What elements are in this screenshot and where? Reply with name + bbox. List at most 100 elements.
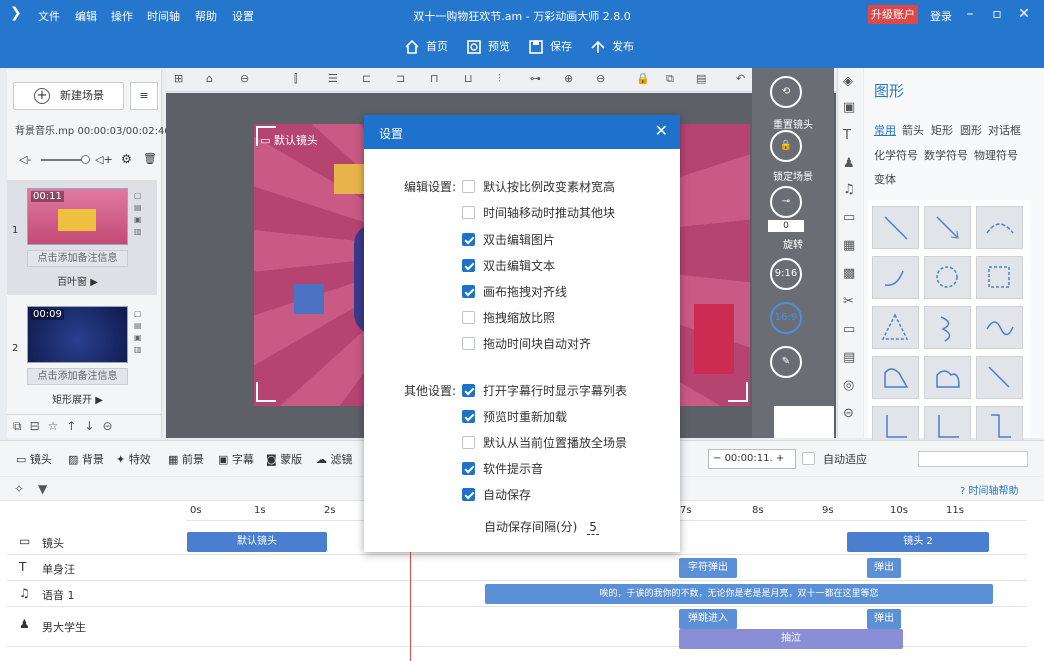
checkbox[interactable] xyxy=(462,285,475,298)
shape-triangle[interactable] xyxy=(872,306,919,349)
zoom-out-icon[interactable]: ⊖ xyxy=(596,72,605,85)
scene-item-1[interactable]: 1 00:11 点击添加备注信息 百叶窗 ▶ ▢ ▤ ▣ ▥ xyxy=(7,180,157,295)
track-single-dog[interactable]: T 单身汪 字符弹出 弹出 xyxy=(7,555,1027,581)
space-icon[interactable]: ⊶ xyxy=(530,72,541,85)
checkbox[interactable] xyxy=(462,436,475,449)
scene-note[interactable]: 点击添加备注信息 xyxy=(27,368,128,385)
add-mask-button[interactable]: ◙ 蒙版 xyxy=(266,451,302,467)
volume-slider[interactable] xyxy=(41,159,85,161)
scene-side-buttons[interactable]: ▢ ▤ ▣ ▥ xyxy=(134,308,144,356)
checkbox[interactable] xyxy=(462,410,475,423)
category-common[interactable]: 常用 xyxy=(874,122,896,138)
close-icon[interactable]: ✕ xyxy=(655,121,668,140)
add-filter-button[interactable]: ☁ 滤镜 xyxy=(316,451,353,467)
shape-curve[interactable] xyxy=(872,256,919,299)
align-center-icon[interactable]: ☰ xyxy=(328,72,338,85)
lock-icon[interactable]: 🔒 xyxy=(636,72,650,85)
checkbox[interactable] xyxy=(462,259,475,272)
align-right-icon[interactable]: ⊏ xyxy=(362,72,371,85)
option-scale-ratio[interactable]: 默认按比例改变素材宽高 xyxy=(462,178,615,196)
video-icon[interactable]: ▩ xyxy=(843,266,855,281)
category-chem[interactable]: 化学符号 xyxy=(874,147,918,163)
scene-side-buttons[interactable]: ▢ ▤ ▣ ▥ xyxy=(134,190,144,238)
folder-icon[interactable]: ▭ xyxy=(843,322,855,337)
add-effect-button[interactable]: ✦ 特效 xyxy=(116,451,151,467)
upgrade-account-button[interactable]: 升级账户 xyxy=(868,5,918,24)
filter-funnel-icon[interactable]: ▼ xyxy=(38,482,47,496)
shape-circle[interactable] xyxy=(924,256,971,299)
add-subtitle-button[interactable]: ▣ 字幕 xyxy=(218,451,254,467)
preview-button[interactable]: 预览 xyxy=(466,36,510,58)
text-icon[interactable]: T xyxy=(843,128,851,143)
dialog-icon[interactable]: ▭ xyxy=(843,210,855,225)
option-subtitle-list[interactable]: 打开字幕行时显示字幕列表 xyxy=(462,382,627,400)
clip-voice-audio[interactable]: 唉的，于诶的我你的不数，无论你是老是是月亮，双十一都在这里等您 xyxy=(485,584,993,604)
option-align-lines[interactable]: 画布拖拽对齐线 xyxy=(462,283,567,301)
scene-note[interactable]: 点击添加备注信息 xyxy=(27,250,128,267)
compass-icon[interactable]: ◎ xyxy=(843,378,854,393)
option-dblclick-text[interactable]: 双击编辑文本 xyxy=(462,257,555,275)
checkbox[interactable] xyxy=(462,311,475,324)
shape-arrow[interactable] xyxy=(924,206,971,249)
category-math[interactable]: 数学符号 xyxy=(924,147,968,163)
scene-thumbnail[interactable]: 00:11 xyxy=(27,188,128,245)
category-dialog[interactable]: 对话框 xyxy=(988,122,1021,138)
film-icon[interactable]: ▤ xyxy=(843,350,855,365)
category-arrow[interactable]: 箭头 xyxy=(902,122,924,138)
track-voice-1[interactable]: ♫ 语音 1 唉的，于诶的我你的不数，无论你是老是是月亮，双十一都在这里等您 xyxy=(7,581,1027,607)
clip-camera-2[interactable]: 镜头 2 xyxy=(847,532,989,552)
rotate-value[interactable]: 0 xyxy=(768,220,804,232)
paste-icon[interactable]: ▤ xyxy=(696,72,706,85)
publish-button[interactable]: 发布 xyxy=(590,36,634,58)
option-play-from-current[interactable]: 默认从当前位置播放全场景 xyxy=(462,434,627,452)
align-left-icon[interactable]: ⫿ xyxy=(294,72,298,86)
distribute-v-icon[interactable]: ⫶ xyxy=(498,72,501,86)
category-variant[interactable]: 变体 xyxy=(874,171,896,187)
option-autosave[interactable]: 自动保存 xyxy=(462,486,531,504)
trash-icon[interactable]: 🗑 xyxy=(143,152,157,165)
align-top-icon[interactable]: ⊐ xyxy=(396,72,405,85)
volume-up-icon[interactable]: ◁+ xyxy=(95,153,113,166)
align-middle-icon[interactable]: ⊓ xyxy=(430,72,439,85)
scene-thumbnail[interactable]: 00:09 xyxy=(27,306,128,363)
add-foreground-button[interactable]: ▦ 前景 xyxy=(168,451,204,467)
checkbox[interactable] xyxy=(462,384,475,397)
checkbox[interactable] xyxy=(462,180,475,193)
login-link[interactable]: 登录 xyxy=(930,8,952,24)
minimize-icon[interactable]: – xyxy=(960,4,980,24)
edit-pen-icon[interactable]: ✎ xyxy=(770,346,802,378)
category-physics[interactable]: 物理符号 xyxy=(974,147,1018,163)
shape-icon[interactable]: ◈ xyxy=(843,74,853,89)
checkbox[interactable] xyxy=(462,462,475,475)
scene-toolbar[interactable]: ⧉⊟☆↑↓⊝ xyxy=(7,414,162,438)
scene-item-2[interactable]: 2 00:09 点击添加备注信息 矩形展开 ▶ ▢ ▤ ▣ ▥ xyxy=(7,298,157,413)
ratio-9-16-button[interactable]: 9:16 xyxy=(770,258,802,290)
auto-fit-toggle[interactable]: 自动适应 xyxy=(802,451,867,467)
distribute-h-icon[interactable]: ⊔ xyxy=(464,72,473,85)
shape-square[interactable] xyxy=(976,256,1023,299)
shape-arc[interactable] xyxy=(976,206,1023,249)
clip-default-camera[interactable]: 默认镜头 xyxy=(187,532,327,552)
media-icon[interactable]: ▦ xyxy=(843,238,855,253)
shape-cloud[interactable] xyxy=(924,356,971,399)
add-background-button[interactable]: ▨ 背景 xyxy=(68,451,104,467)
clip-pop-out[interactable]: 弹出 xyxy=(867,558,901,578)
close-window-icon[interactable]: ✕ xyxy=(1014,4,1034,24)
category-circle[interactable]: 圆形 xyxy=(960,122,982,138)
checkbox[interactable] xyxy=(462,337,475,350)
undo-icon[interactable]: ↶ xyxy=(736,72,745,85)
autosave-interval-input[interactable]: 5 xyxy=(587,520,599,535)
maximize-icon[interactable]: ▫ xyxy=(987,4,1007,24)
option-auto-align[interactable]: 拖动时间块自动对齐 xyxy=(462,335,591,353)
timeline-help-link[interactable]: ? 时间轴帮助 xyxy=(960,482,1019,497)
select-icon[interactable]: ⊞ xyxy=(174,72,183,85)
more-elements-icon[interactable]: ⊝ xyxy=(843,406,854,421)
gear-icon[interactable]: ⚙ xyxy=(121,152,132,166)
volume-handle[interactable] xyxy=(81,155,90,164)
track-male-student[interactable]: ♟ 男大学生 弹跳进入 弹出 抽泣 xyxy=(7,607,1027,649)
target-icon[interactable]: ✧ xyxy=(14,482,24,496)
zoom-in-icon[interactable]: ⊕ xyxy=(564,72,573,85)
option-sound[interactable]: 软件提示音 xyxy=(462,460,543,478)
new-scene-button[interactable]: + 新建场景 xyxy=(13,82,124,110)
clip-char-in[interactable]: 字符弹出 xyxy=(679,558,737,578)
